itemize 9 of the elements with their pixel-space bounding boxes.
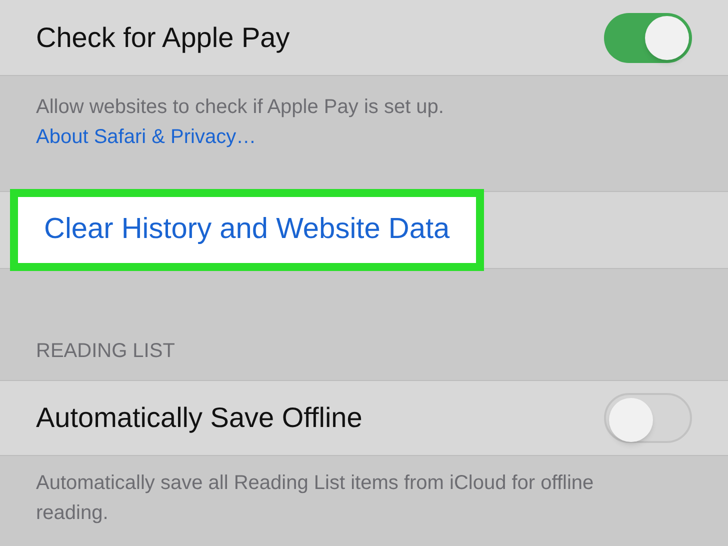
row-label: Check for Apple Pay: [36, 20, 290, 55]
privacy-link[interactable]: About Safari & Privacy…: [36, 122, 256, 152]
toggle-switch[interactable]: [604, 12, 692, 62]
clear-history-button[interactable]: Clear History and Website Data: [10, 189, 484, 271]
footer-text: Allow websites to check if Apple Pay is set up.: [36, 95, 445, 120]
toggle-switch[interactable]: [604, 393, 692, 443]
row-label: Automatically Save Offline: [36, 401, 362, 435]
section-header: READING LIST: [36, 339, 175, 364]
footer-text: Automatically save all Reading List items from iCloud for offline reading.: [36, 472, 594, 524]
